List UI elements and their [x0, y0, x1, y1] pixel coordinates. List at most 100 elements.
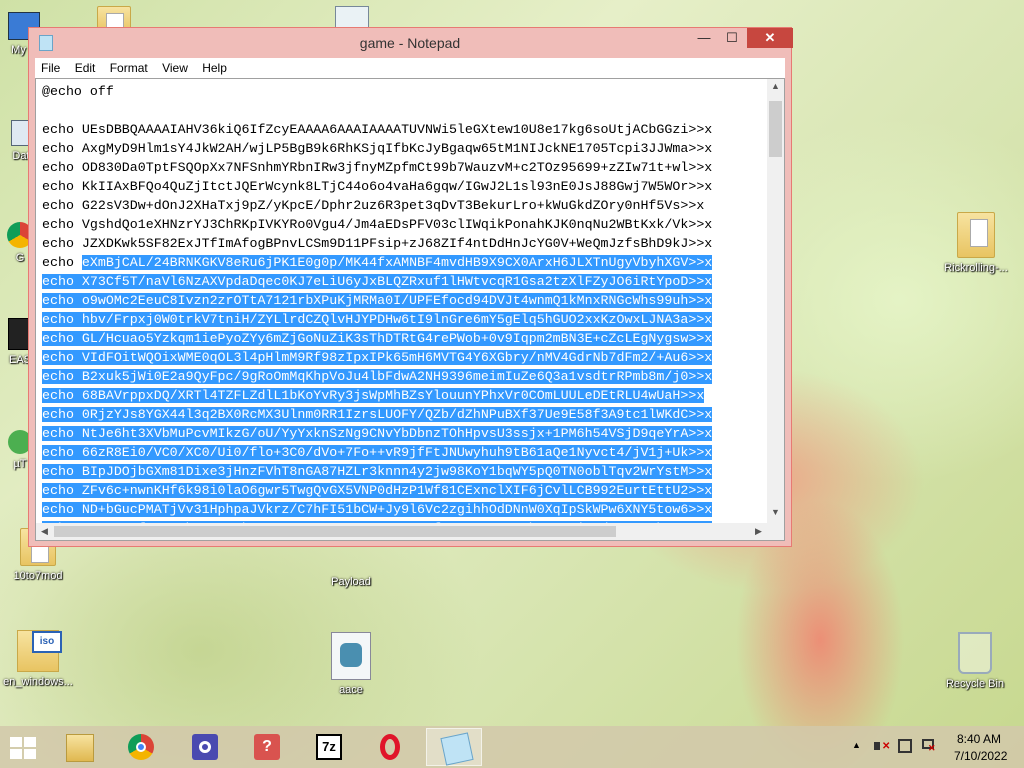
settings-icon — [192, 734, 218, 760]
text-line[interactable]: echo BIpJDOjbGXm81Dixe3jHnzFVhT8nGA87HZL… — [42, 462, 713, 481]
text-line[interactable]: echo ND+bGucPMATjVv31HphpaJVkrz/C7hFI51b… — [42, 500, 713, 519]
text-content[interactable]: @echo off echo UEsDBBQAAAAIAHV36kiQ6IfZcy… — [42, 82, 713, 538]
window-title: game - Notepad — [359, 35, 461, 51]
clock-date[interactable]: 7/10/2022 — [954, 749, 1007, 763]
opera-icon — [380, 734, 400, 760]
selected-text: echo BIpJDOjbGXm81Dixe3jHnzFVhT8nGA87HZL… — [42, 464, 713, 479]
line-text: echo JZXDKwk5SF82ExJTfImAfogBPnvLCSm9D11… — [42, 236, 713, 251]
taskbar-7zip[interactable]: 7z — [304, 728, 352, 766]
menu-bar: File Edit Format View Help — [35, 58, 785, 78]
close-button[interactable]: ✕ — [747, 28, 793, 48]
network-icon[interactable] — [898, 739, 912, 753]
text-line[interactable]: echo X73Cf5T/naVl6NzAXVpdaDqec0KJ7eLiU6y… — [42, 272, 713, 291]
text-line[interactable]: echo G22sV3Dw+dOnJ2XHaTxj9pZ/yKpcE/Dphr2… — [42, 196, 712, 215]
notepad-icon — [440, 732, 474, 766]
text-line[interactable]: echo KkIIAxBFQo4QuZjItctJQErWcynk8LTjC44… — [42, 177, 712, 196]
selected-text: eXmBjCAL/24BRNKGKV8eRu6jPK1E0g0p/MK44fxA… — [81, 255, 713, 270]
text-line[interactable]: echo AxgMyD9Hlm1sY4JkW2AH/wjLP5BgB9k6RhK… — [42, 139, 712, 158]
text-editor[interactable]: @echo off echo UEsDBBQAAAAIAHV36kiQ6IfZcy… — [35, 78, 785, 541]
text-line[interactable]: echo NtJe6ht3XVbMuPcvMIkzG/oU/YyYxknSzNg… — [42, 424, 713, 443]
horizontal-scrollbar[interactable]: ◀ ▶ — [36, 523, 767, 540]
text-line[interactable]: echo JZXDKwk5SF82ExJTfImAfogBPnvLCSm9D11… — [42, 234, 712, 253]
7zip-icon: 7z — [316, 734, 342, 760]
windows-logo-icon — [10, 737, 36, 759]
taskbar-help[interactable]: ? — [242, 728, 290, 766]
start-button[interactable] — [0, 728, 48, 766]
scrollbar-corner — [767, 523, 784, 540]
folder-icon — [957, 212, 995, 258]
taskbar-file-explorer[interactable] — [54, 728, 102, 766]
desktop-icon-label: Recycle Bin — [945, 678, 1005, 690]
text-line[interactable]: echo B2xuk5jWi0E2a9QyFpc/9gRoOmMqKhpVoJu… — [42, 367, 713, 386]
file-explorer-icon — [66, 734, 94, 762]
vertical-scrollbar[interactable]: ▲ ▼ — [767, 79, 784, 523]
text-line[interactable]: echo GL/Hcuao5Yzkqm1iePyoZYy6mZjGoNuZiK3… — [42, 329, 713, 348]
selected-text: echo 0RjzYJs8YGX44l3q2BX0RcMX3Ulnm0RR1Iz… — [42, 407, 713, 422]
selected-text: echo X73Cf5T/naVl6NzAXVpdaDqec0KJ7eLiU6y… — [42, 274, 713, 289]
desktop-icon-en-windows[interactable]: iso en_windows... — [0, 630, 76, 688]
desktop-icon-label: 10to7mod — [13, 570, 63, 582]
text-line[interactable]: echo 66zR8Ei0/VC0/XC0/Ui0/flo+3C0/dVo+7F… — [42, 443, 713, 462]
desktop-icon-aace[interactable]: aace — [313, 632, 389, 696]
text-line[interactable]: echo VgshdQo1eXHNzrYJ3ChRKpIVKYRo0Vgu4/J… — [42, 215, 712, 234]
text-line[interactable]: echo 68BAVrppxDQ/XRTl4TZFLZdlL1bKoYvRy3j… — [42, 386, 712, 405]
menu-file[interactable]: File — [35, 58, 65, 75]
line-text: @echo off — [42, 84, 114, 99]
minimize-button[interactable]: — — [691, 28, 717, 48]
desktop-icon-payload[interactable]: Payload — [313, 552, 389, 588]
selected-text: echo 66zR8Ei0/VC0/XC0/Ui0/flo+3C0/dVo+7F… — [42, 445, 713, 460]
menu-help[interactable]: Help — [196, 58, 232, 75]
maximize-button[interactable]: ☐ — [719, 28, 745, 48]
line-text: echo — [42, 255, 82, 270]
tray-overflow-chevron[interactable]: ▲ — [852, 740, 861, 750]
desktop-icon-rickrolling[interactable]: Rickrolling-... — [938, 212, 1014, 274]
desktop-icon-label: Rickrolling-... — [944, 262, 1008, 274]
scroll-up-icon[interactable]: ▲ — [767, 81, 784, 91]
chrome-icon — [128, 734, 154, 760]
horizontal-scroll-thumb[interactable] — [54, 526, 616, 537]
text-line[interactable]: echo ZFv6c+nwnKHf6k98i0laO6gwr5TwgQvGX5V… — [42, 481, 713, 500]
desktop-icon-label: aace — [339, 684, 363, 696]
help-icon: ? — [254, 734, 280, 760]
taskbar-chrome[interactable] — [116, 728, 164, 766]
text-line[interactable] — [42, 101, 712, 120]
selected-text: echo B2xuk5jWi0E2a9QyFpc/9gRoOmMqKhpVoJu… — [42, 369, 713, 384]
text-line[interactable]: @echo off — [42, 82, 712, 101]
text-line[interactable]: echo o9wOMc2EeuC8Ivzn2zrOTtA7121rbXPuKjM… — [42, 291, 713, 310]
menu-view[interactable]: View — [156, 58, 193, 75]
text-line[interactable]: echo eXmBjCAL/24BRNKGKV8eRu6jPK1E0g0p/MK… — [42, 253, 713, 272]
taskbar-opera[interactable] — [366, 728, 414, 766]
desktop-icon-recycle-bin[interactable]: Recycle Bin — [937, 632, 1013, 690]
line-text: echo AxgMyD9Hlm1sY4JkW2AH/wjLP5BgB9k6RhK… — [42, 141, 713, 156]
desktop-icon-label: Payload — [331, 576, 371, 588]
action-center-icon[interactable]: ✕ — [922, 739, 936, 753]
scroll-left-icon[interactable]: ◀ — [36, 526, 53, 537]
line-text: echo OD830Da0TptFSQOpXx7NFSnhmYRbnIRw3jf… — [42, 160, 713, 175]
selected-text: echo 68BAVrppxDQ/XRTl4TZFLZdlL1bKoYvRy3j… — [42, 388, 705, 403]
taskbar: ? 7z ▲ ✕ ✕ 8:40 AM 7/10/2022 — [0, 726, 1024, 768]
scroll-right-icon[interactable]: ▶ — [750, 526, 767, 537]
desktop-icon-label: en_windows... — [3, 676, 73, 688]
payload-file-icon — [334, 552, 368, 572]
clock-time[interactable]: 8:40 AM — [957, 732, 1001, 746]
menu-format[interactable]: Format — [104, 58, 153, 75]
recycle-bin-icon — [958, 632, 992, 674]
text-line[interactable]: echo OD830Da0TptFSQOpXx7NFSnhmYRbnIRw3jf… — [42, 158, 712, 177]
selected-text: echo hbv/Frpxj0W0trkV7tniH/ZYLlrdCZQlvHJ… — [42, 312, 713, 327]
text-line[interactable]: echo 0RjzYJs8YGX44l3q2BX0RcMX3Ulnm0RR1Iz… — [42, 405, 713, 424]
iso-file-icon: iso — [17, 630, 62, 672]
text-line[interactable]: echo UEsDBBQAAAAIAHV36kiQ6IfZcyEAAAA6AAA… — [42, 120, 712, 139]
title-bar[interactable]: game - Notepad — [29, 28, 791, 58]
selected-text: echo ND+bGucPMATjVv31HphpaJVkrz/C7hFI51b… — [42, 502, 713, 517]
menu-edit[interactable]: Edit — [69, 58, 101, 75]
taskbar-settings[interactable] — [180, 728, 228, 766]
notepad-window: game - Notepad — ☐ ✕ File Edit Format Vi… — [28, 27, 793, 547]
taskbar-notepad[interactable] — [426, 728, 482, 766]
vertical-scroll-thumb[interactable] — [769, 101, 782, 157]
text-line[interactable]: echo VIdFOitWQOixWME0qOL3l4pHlmM9Rf98zIp… — [42, 348, 713, 367]
scroll-down-icon[interactable]: ▼ — [767, 507, 784, 517]
volume-muted-icon[interactable]: ✕ — [874, 739, 890, 753]
text-line[interactable]: echo hbv/Frpxj0W0trkV7tniH/ZYLlrdCZQlvHJ… — [42, 310, 713, 329]
line-text: echo KkIIAxBFQo4QuZjItctJQErWcynk8LTjC44… — [42, 179, 713, 194]
selected-text: echo VIdFOitWQOixWME0qOL3l4pHlmM9Rf98zIp… — [42, 350, 713, 365]
